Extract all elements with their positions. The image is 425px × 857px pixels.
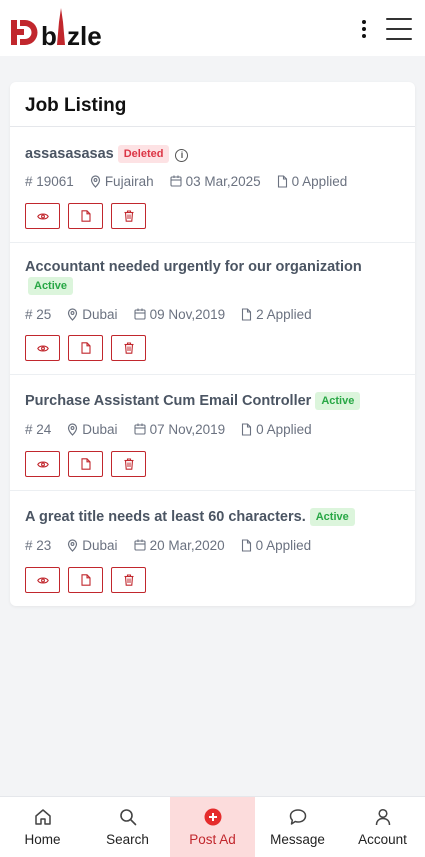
- menu-icon[interactable]: [386, 18, 412, 40]
- job-id: # 25: [25, 306, 52, 322]
- eye-icon: [36, 344, 49, 352]
- job-date: 03 Mar,2025: [185, 173, 261, 189]
- trash-icon: [124, 210, 133, 222]
- details-button[interactable]: [68, 567, 103, 593]
- message-icon: [289, 809, 306, 825]
- top-bar: b zle: [0, 0, 425, 56]
- file-icon: [80, 210, 91, 222]
- job-title[interactable]: Accountant needed urgently for our organ…: [25, 259, 362, 275]
- nav-home-label: Home: [24, 832, 61, 847]
- nav-message[interactable]: Message: [255, 797, 340, 857]
- document-icon: [241, 538, 251, 552]
- job-date: 20 Mar,2020: [149, 537, 225, 553]
- bottom-nav: Home Search Post Ad Message Account: [0, 796, 425, 857]
- status-badge: Active: [28, 277, 74, 295]
- job-id: # 19061: [25, 173, 74, 189]
- details-button[interactable]: [68, 203, 103, 229]
- file-icon: [80, 342, 91, 354]
- location-pin-icon: [68, 422, 78, 436]
- job-applied: 2 Applied: [256, 306, 312, 322]
- view-button[interactable]: [25, 567, 60, 593]
- job-location: Dubai: [82, 306, 118, 322]
- job-item: Accountant needed urgently for our organ…: [10, 243, 415, 375]
- more-options-icon[interactable]: [356, 18, 372, 40]
- status-badge: Active: [309, 508, 355, 526]
- document-icon: [242, 422, 252, 436]
- eye-icon: [36, 460, 49, 468]
- eye-icon: [36, 576, 49, 584]
- search-icon: [119, 809, 136, 826]
- plus-circle-icon: [204, 808, 221, 826]
- job-item: Purchase Assistant Cum Email Controller A…: [10, 375, 415, 491]
- document-icon: [277, 174, 287, 188]
- info-icon[interactable]: i: [175, 149, 189, 162]
- job-item: assasasasas Deleted i # 19061 Fujairah 03 …: [10, 127, 415, 243]
- location-pin-icon: [68, 538, 78, 552]
- status-badge: Active: [315, 392, 361, 410]
- svg-text:b: b: [41, 21, 57, 50]
- calendar-icon: [134, 308, 146, 320]
- svg-text:zle: zle: [67, 21, 102, 50]
- nav-search-label: Search: [106, 832, 149, 847]
- calendar-icon: [134, 423, 146, 435]
- nav-search[interactable]: Search: [85, 797, 170, 857]
- location-pin-icon: [90, 174, 100, 188]
- view-button[interactable]: [25, 451, 60, 477]
- document-icon: [242, 307, 252, 321]
- page-title: Job Listing: [25, 95, 127, 116]
- nav-post-ad-label: Post Ad: [189, 832, 236, 847]
- nav-home[interactable]: Home: [0, 797, 85, 857]
- trash-icon: [124, 342, 133, 354]
- nav-post-ad[interactable]: Post Ad: [170, 797, 255, 857]
- trash-icon: [124, 458, 133, 470]
- location-pin-icon: [68, 307, 78, 321]
- view-button[interactable]: [25, 203, 60, 229]
- job-listing-card: Job Listing assasasasas Deleted i # 19061 …: [10, 82, 415, 606]
- job-id: # 23: [25, 537, 52, 553]
- job-location: Fujairah: [104, 173, 154, 189]
- details-button[interactable]: [68, 335, 103, 361]
- status-badge: Deleted: [117, 145, 170, 163]
- job-applied: 0 Applied: [291, 173, 348, 189]
- nav-account-label: Account: [358, 832, 407, 847]
- delete-button[interactable]: [111, 567, 146, 593]
- job-item: A great title needs at least 60 characte…: [10, 491, 415, 606]
- calendar-icon: [170, 175, 182, 187]
- eye-icon: [36, 212, 49, 220]
- dbizle-logo[interactable]: b zle: [10, 6, 120, 50]
- job-title[interactable]: Purchase Assistant Cum Email Controller: [25, 393, 311, 409]
- job-location: Dubai: [82, 421, 118, 437]
- job-id: # 24: [25, 421, 52, 437]
- delete-button[interactable]: [111, 203, 146, 229]
- job-applied: 0 Applied: [256, 421, 312, 437]
- nav-account[interactable]: Account: [340, 797, 425, 857]
- view-button[interactable]: [25, 335, 60, 361]
- card-header: Job Listing: [10, 82, 415, 127]
- file-icon: [80, 458, 91, 470]
- details-button[interactable]: [68, 451, 103, 477]
- calendar-icon: [134, 539, 146, 551]
- trash-icon: [124, 574, 133, 586]
- user-icon: [375, 808, 390, 826]
- delete-button[interactable]: [111, 335, 146, 361]
- job-title[interactable]: assasasasas: [25, 146, 114, 162]
- job-location: Dubai: [82, 537, 118, 553]
- home-icon: [34, 809, 51, 825]
- file-icon: [80, 574, 91, 586]
- delete-button[interactable]: [111, 451, 146, 477]
- job-date: 09 Nov,2019: [149, 306, 226, 322]
- job-date: 07 Nov,2019: [149, 421, 226, 437]
- nav-message-label: Message: [270, 832, 325, 847]
- job-applied: 0 Applied: [255, 537, 312, 553]
- job-title[interactable]: A great title needs at least 60 characte…: [25, 509, 306, 525]
